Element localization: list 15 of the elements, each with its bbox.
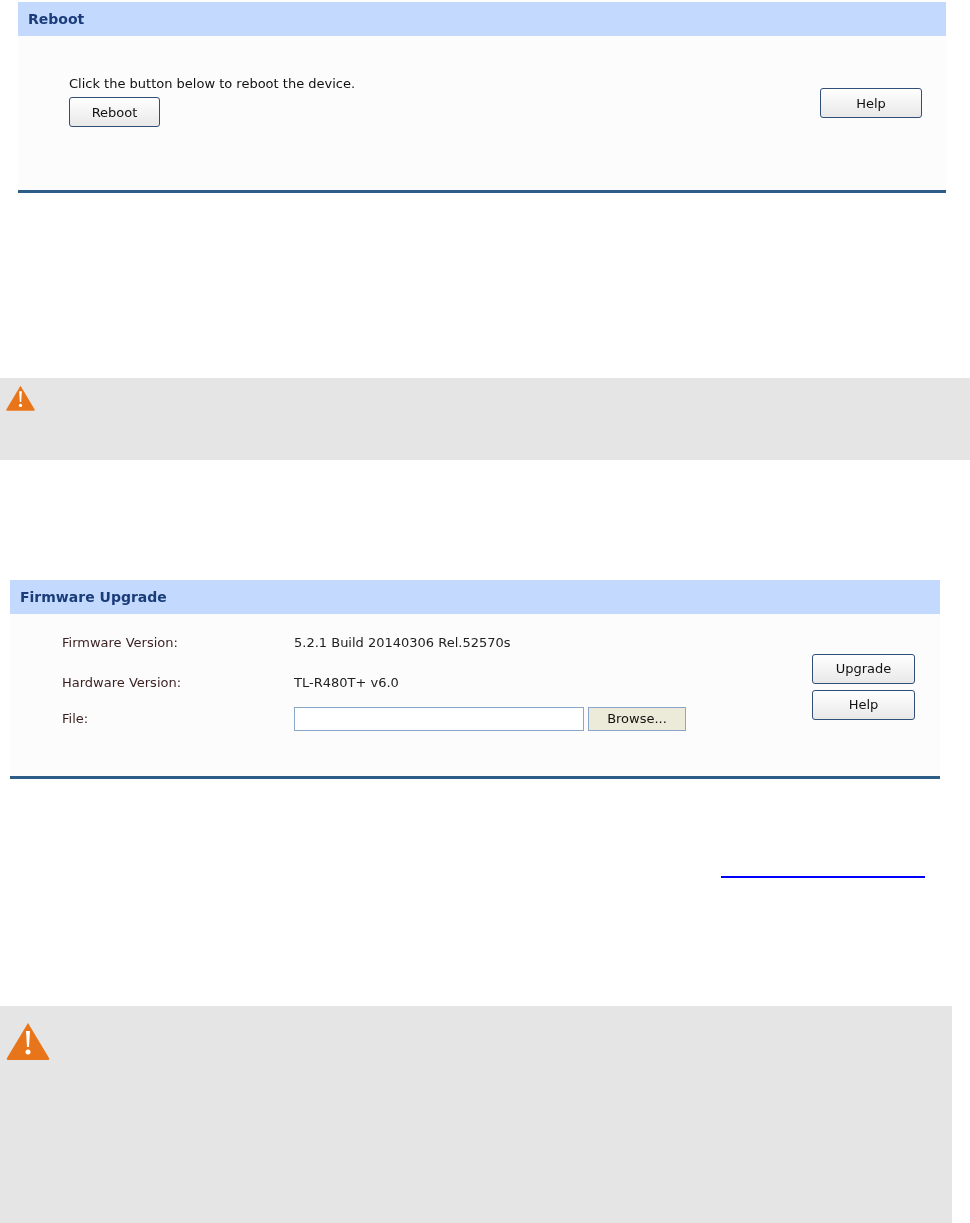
file-input[interactable]: [294, 706, 584, 731]
panel-title: Reboot: [28, 11, 85, 27]
field-label: Firmware Version:: [62, 635, 179, 651]
help-button[interactable]: Help: [812, 689, 915, 720]
upgrade-button[interactable]: Upgrade: [812, 653, 915, 684]
panel-title: Firmware Upgrade: [20, 588, 167, 605]
help-button[interactable]: Help: [820, 88, 922, 118]
field-value: 5.2.1 Build 20140306 Rel.52570s: [294, 635, 512, 651]
warning-icon: [5, 383, 36, 413]
browse-button[interactable]: Browse...: [588, 706, 686, 731]
field-value: TL-R480T+ v6.0: [294, 675, 400, 691]
field-label: File:: [62, 711, 90, 727]
instruction-text: Click the button below to reboot the device.: [69, 76, 356, 91]
field-label: Hardware Version:: [62, 675, 183, 691]
reboot-button[interactable]: Reboot: [69, 97, 160, 127]
